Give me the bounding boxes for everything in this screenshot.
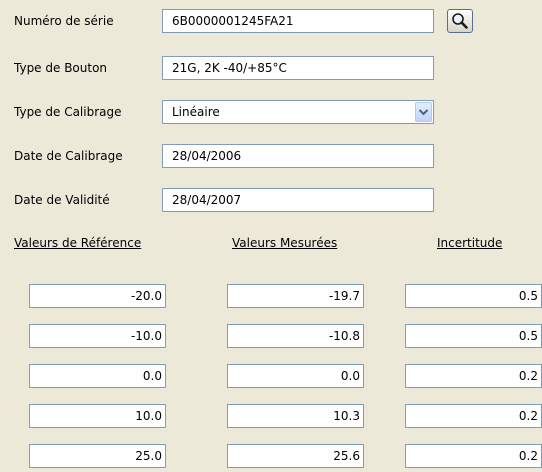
measured-value-cell[interactable]: 10.3 (227, 404, 364, 428)
calibration-date-field[interactable]: 28/04/2006 (162, 144, 434, 168)
uncertainty-cell[interactable]: 0.5 (405, 324, 542, 348)
validity-date-label: Date de Validité (14, 193, 110, 207)
validity-date-field[interactable]: 28/04/2007 (162, 188, 434, 212)
uncertainty-cell[interactable]: 0.2 (405, 364, 542, 388)
calibration-type-dropdown-button[interactable] (415, 102, 432, 122)
button-type-field[interactable]: 21G, 2K -40/+85°C (162, 56, 434, 80)
measured-values-header: Valeurs Mesurées (232, 236, 338, 250)
calibration-date-label: Date de Calibrage (14, 149, 123, 163)
button-type-label: Type de Bouton (14, 61, 108, 75)
reference-value-cell[interactable]: -10.0 (29, 324, 166, 348)
measured-value-cell[interactable]: 25.6 (227, 444, 364, 468)
serial-number-field[interactable]: 6B0000001245FA21 (162, 9, 434, 33)
calibration-type-select[interactable]: Linéaire (162, 100, 434, 124)
reference-value-cell[interactable]: 25.0 (29, 444, 166, 468)
uncertainty-header: Incertitude (437, 236, 503, 250)
measured-value-cell[interactable]: -19.7 (227, 284, 364, 308)
search-button[interactable] (447, 9, 473, 33)
calibration-type-label: Type de Calibrage (14, 105, 122, 119)
measured-value-cell[interactable]: -10.8 (227, 324, 364, 348)
uncertainty-cell[interactable]: 0.2 (405, 404, 542, 428)
calibration-type-value: Linéaire (172, 105, 220, 119)
measured-value-cell[interactable]: 0.0 (227, 364, 364, 388)
chevron-down-icon (418, 109, 429, 116)
search-icon (452, 13, 468, 29)
reference-value-cell[interactable]: 10.0 (29, 404, 166, 428)
uncertainty-cell[interactable]: 0.5 (405, 284, 542, 308)
uncertainty-cell[interactable]: 0.2 (405, 444, 542, 468)
reference-value-cell[interactable]: -20.0 (29, 284, 166, 308)
reference-values-header: Valeurs de Référence (14, 236, 142, 250)
reference-value-cell[interactable]: 0.0 (29, 364, 166, 388)
serial-number-label: Numéro de série (14, 14, 114, 28)
